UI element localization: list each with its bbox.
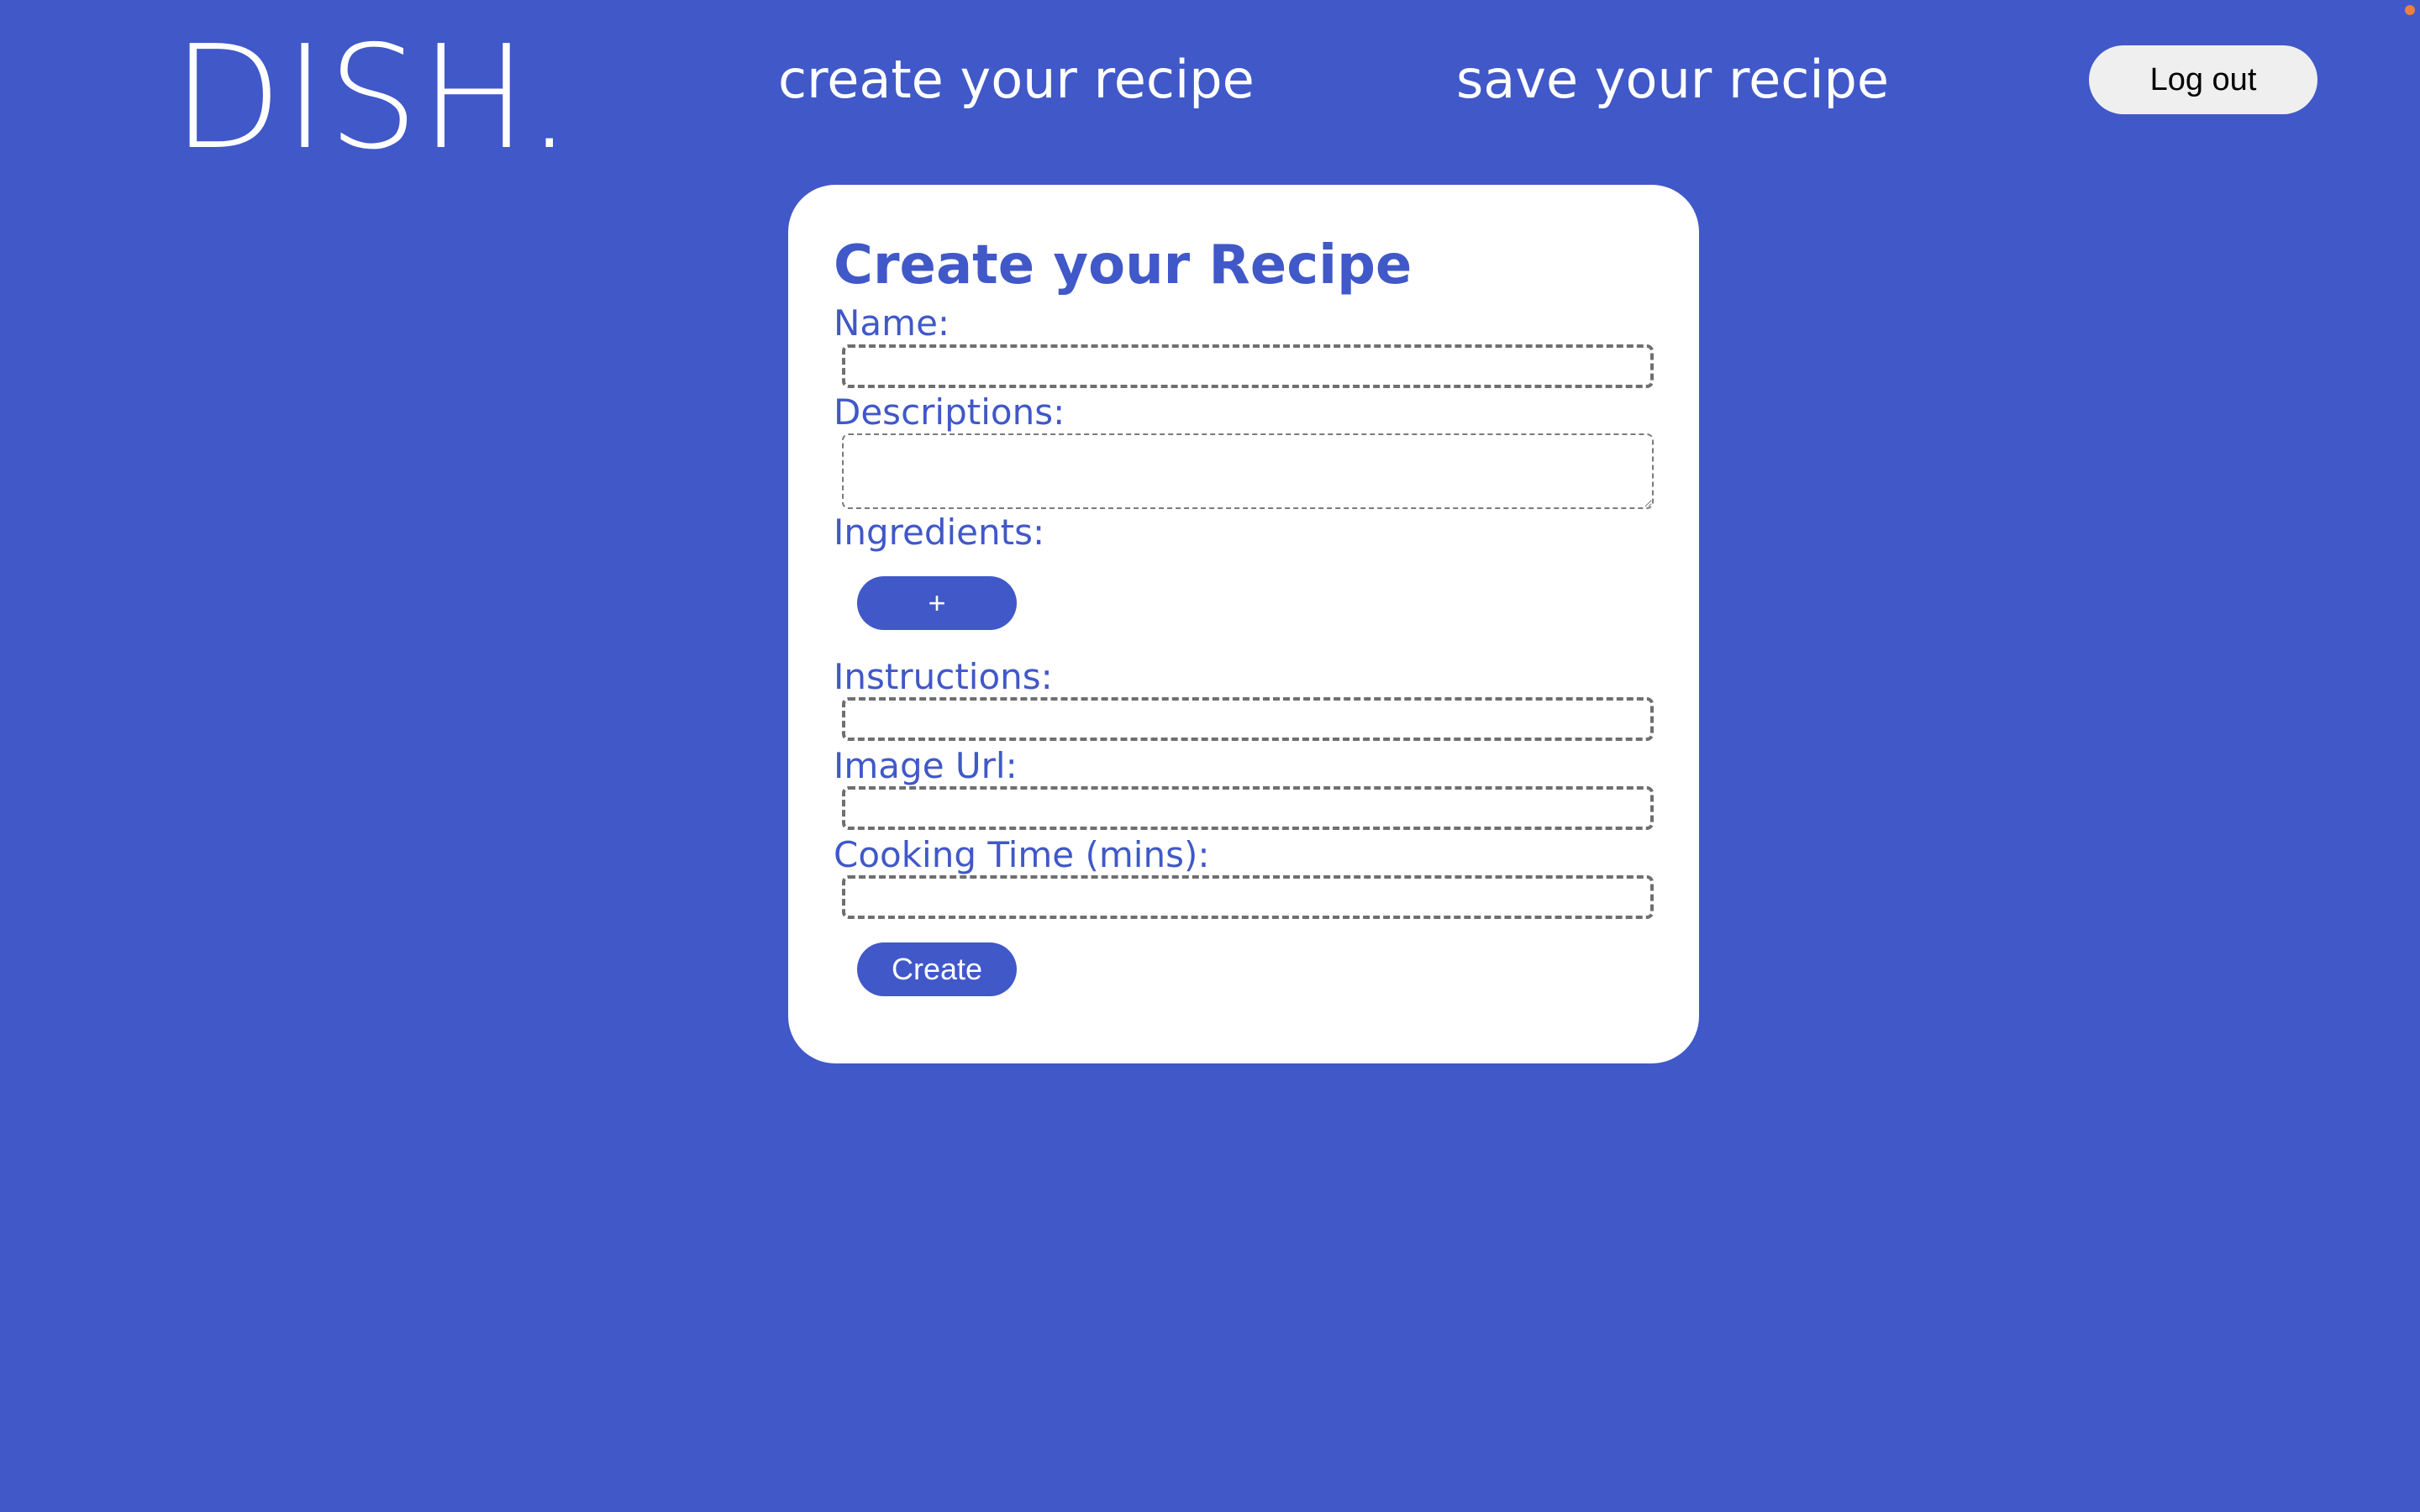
nav-create-recipe[interactable]: create your recipe — [778, 46, 1255, 113]
top-header: DISH. create your recipe save your recip… — [0, 0, 2420, 178]
name-field[interactable] — [842, 344, 1654, 388]
image-url-field[interactable] — [842, 786, 1654, 830]
form-title: Create your Recipe — [834, 234, 1413, 297]
create-button[interactable]: Create — [857, 942, 1017, 996]
nav-save-recipe[interactable]: save your recipe — [1456, 46, 1889, 113]
ingredients-label: Ingredients: — [834, 512, 1045, 553]
description-label: Descriptions: — [834, 391, 1065, 433]
cooking-time-label: Cooking Time (mins): — [834, 834, 1210, 875]
image-url-label: Image Url: — [834, 745, 1018, 786]
instructions-label: Instructions: — [834, 656, 1053, 697]
logout-button[interactable]: Log out — [2089, 45, 2317, 114]
create-recipe-card: Create your Recipe Name: Descriptions: I… — [788, 185, 1699, 1063]
instructions-field[interactable] — [842, 697, 1654, 741]
logo[interactable]: DISH. — [172, 18, 574, 178]
name-label: Name: — [834, 302, 950, 344]
add-ingredient-button[interactable]: + — [857, 576, 1017, 630]
cooking-time-field[interactable] — [842, 875, 1654, 919]
description-field[interactable] — [842, 433, 1654, 509]
